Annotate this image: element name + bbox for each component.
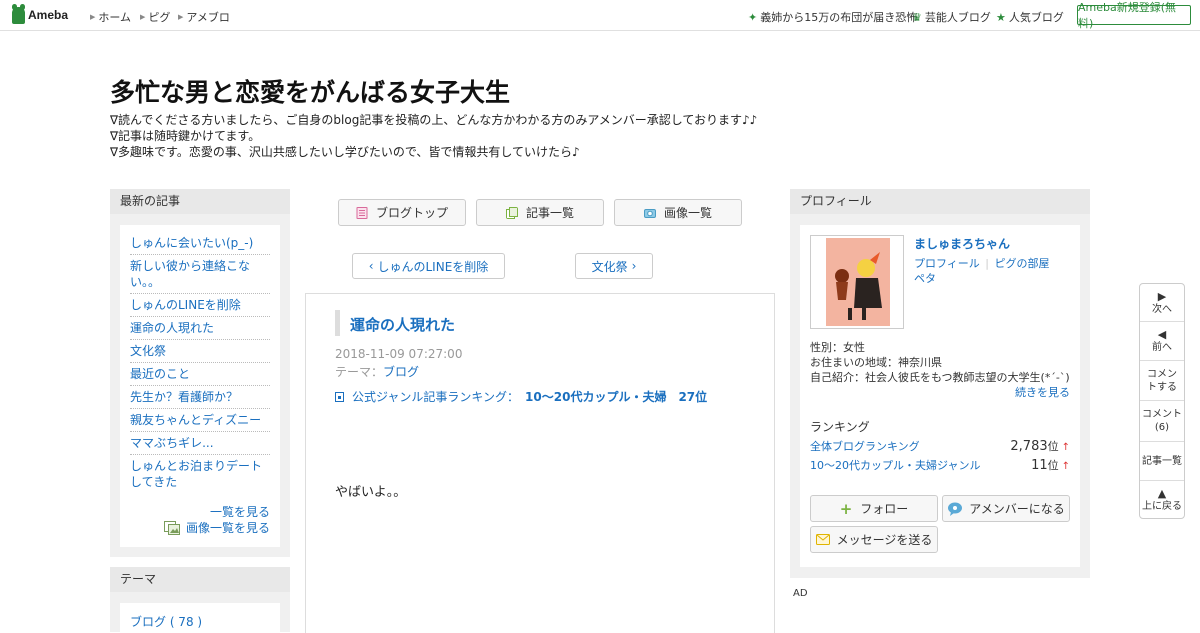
rank-up-icon: ↑: [1061, 442, 1070, 453]
sparkle-icon: ✦: [748, 10, 758, 24]
profile-links: プロフィール | ピグの部屋: [914, 255, 1050, 271]
avatar-image: [826, 238, 890, 326]
pigg-room-link[interactable]: ピグの部屋: [995, 257, 1050, 270]
next-button[interactable]: ▶ 次へ: [1140, 284, 1184, 322]
profile-heading: プロフィール: [790, 189, 1090, 214]
document-icon: [356, 206, 368, 219]
latest-item[interactable]: しゅんとお泊まりデートしてきた: [130, 458, 270, 493]
blog-title[interactable]: 多忙な男と恋愛をがんばる女子大生: [110, 73, 510, 109]
next-entry-button[interactable]: 文化祭 ›: [575, 253, 653, 279]
celebrity-blog-link[interactable]: ♛ 芸能人ブログ: [912, 9, 991, 25]
profile-intro: 自己紹介：社会人彼氏をもつ教師志望の大学生(*´-`): [810, 371, 1070, 384]
profile-link[interactable]: プロフィール: [914, 257, 980, 270]
crown-icon: ♛: [912, 10, 922, 24]
chevron-right-icon: ›: [631, 259, 637, 273]
comments-button[interactable]: コメント (6): [1140, 401, 1184, 442]
chevron-left-icon: ‹: [368, 259, 374, 273]
ameba-logo[interactable]: Ameba: [12, 3, 68, 24]
copy-icon: [505, 206, 518, 219]
latest-item[interactable]: 新しい彼から連絡こない。。: [130, 258, 270, 294]
theme-item[interactable]: ブログ ( 78 ): [130, 613, 202, 630]
latest-item[interactable]: 親友ちゃんとディズニー: [130, 412, 270, 432]
ranking-row: 全体ブログランキング 2,783位 ↑: [810, 438, 1070, 454]
triangle-right-icon: ▶: [90, 13, 96, 21]
calendar-icon: [335, 391, 344, 402]
amember-button[interactable]: アメンバーになる: [942, 495, 1070, 522]
mail-icon: [815, 534, 830, 545]
nav-home[interactable]: ▶ ホーム: [90, 9, 131, 25]
profile-location: お住まいの地域：神奈川県: [810, 356, 942, 369]
entry-date: 2018-11-09 07:27:00: [335, 347, 463, 361]
latest-item[interactable]: 最近のこと: [130, 366, 270, 386]
prev-button[interactable]: ◀ 前へ: [1140, 322, 1184, 361]
nav-ameblo[interactable]: ▶ アメブロ: [178, 9, 230, 25]
triangle-right-icon: ▶: [1157, 289, 1167, 303]
see-images-link[interactable]: 画像一覧を見る: [164, 519, 270, 536]
write-comment-button[interactable]: コメントする: [1140, 361, 1184, 401]
blog-description-line: ∇多趣味です。恋愛の事、沢山共感したいし学びたいので、皆で情報共有していけたら♪: [110, 145, 580, 159]
profile-name[interactable]: ましゅまろちゃん: [914, 235, 1010, 252]
ranking-link[interactable]: 10〜20代カップル・夫婦ジャンル: [810, 457, 980, 473]
latest-item[interactable]: しゅんのLINEを削除: [130, 297, 270, 317]
theme-heading: テーマ: [110, 567, 290, 592]
back-to-top-button[interactable]: ▲ 上に戻る: [1140, 481, 1184, 518]
image-list-button[interactable]: 画像一覧: [614, 199, 742, 226]
trending-link[interactable]: ✦ 義姉から15万の布団が届き恐怖: [748, 9, 917, 25]
avatar[interactable]: [810, 235, 904, 329]
floating-nav: ▶ 次へ ◀ 前へ コメントする コメント (6) 記事一覧 ▲ 上に戻る: [1139, 283, 1185, 519]
separator: |: [985, 257, 989, 270]
ameba-logo-icon: [12, 3, 25, 24]
plus-icon: +: [839, 499, 853, 518]
camera-icon: [643, 208, 656, 218]
entry-theme: テーマ：ブログ: [335, 365, 420, 379]
entry-list-nav-button[interactable]: 記事一覧: [1140, 442, 1184, 481]
signup-button[interactable]: Ameba新規登録(無料): [1077, 1, 1191, 30]
article-panel: [305, 293, 775, 633]
latest-heading: 最新の記事: [110, 189, 290, 214]
nav-pigg[interactable]: ▶ ピグ: [140, 9, 170, 25]
follow-button[interactable]: + フォロー: [810, 495, 938, 522]
triangle-up-icon: ▲: [1157, 486, 1167, 500]
ranking-link[interactable]: 全体ブログランキング: [810, 438, 920, 454]
ad-label: AD: [793, 588, 808, 599]
popular-blog-link[interactable]: ★ 人気ブログ: [996, 9, 1064, 25]
triangle-right-icon: ▶: [178, 13, 184, 21]
peta-link[interactable]: ペタ: [914, 270, 936, 286]
see-all-link[interactable]: 一覧を見る: [210, 503, 270, 520]
image-list-icon: [164, 520, 180, 535]
title-accent-bar: [335, 310, 340, 336]
blog-description-line: ∇記事は随時鍵かけてます。: [110, 129, 261, 143]
entry-list-button[interactable]: 記事一覧: [476, 199, 604, 226]
triangle-right-icon: ▶: [140, 13, 146, 21]
latest-item[interactable]: 運命の人現れた: [130, 320, 270, 340]
ranking-row: 10〜20代カップル・夫婦ジャンル 11位 ↑: [810, 457, 1070, 473]
genre-ranking-link[interactable]: 公式ジャンル記事ランキング： 10〜20代カップル・夫婦 27位: [335, 388, 707, 405]
triangle-left-icon: ◀: [1157, 328, 1167, 341]
entry-body: やばいよ。。: [335, 485, 407, 500]
blog-description-line: ∇読んでくださる方いましたら、ご自身のblog記事を投稿の上、どんな方かわかる方…: [110, 113, 758, 127]
latest-item[interactable]: ママぶちギレ...: [130, 435, 270, 455]
latest-item[interactable]: 先生か？看護師か？: [130, 389, 270, 409]
global-header: Ameba ▶ ホーム ▶ ピグ ▶ アメブロ ✦ 義姉から15万の布団が届き恐怖 ♛ 芸…: [0, 0, 1200, 31]
entry-title[interactable]: 運命の人現れた: [350, 314, 455, 335]
chat-bubble-icon: [948, 502, 963, 516]
latest-item[interactable]: 文化祭: [130, 343, 270, 363]
entry-theme-link[interactable]: ブログ: [383, 365, 419, 379]
prev-entry-button[interactable]: ‹ しゅんのLINEを削除: [352, 253, 505, 279]
send-message-button[interactable]: メッセージを送る: [810, 526, 938, 553]
rank-up-icon: ↑: [1061, 461, 1070, 472]
profile-gender: 性別：女性: [810, 341, 865, 354]
blog-top-button[interactable]: ブログトップ: [338, 199, 466, 226]
star-icon: ★: [996, 10, 1006, 24]
read-more-link[interactable]: 続きを見る: [1015, 384, 1070, 400]
latest-item[interactable]: しゅんに会いたい(p_-): [130, 235, 270, 255]
ranking-heading: ランキング: [810, 420, 870, 434]
